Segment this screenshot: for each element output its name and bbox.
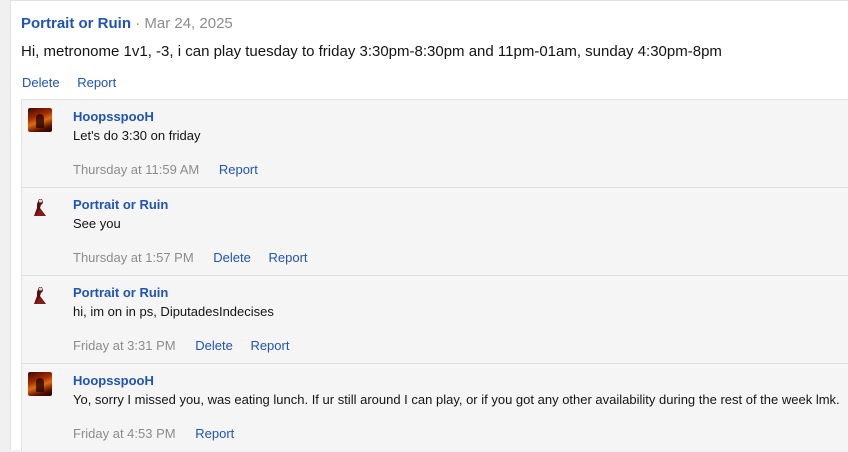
post-actions: Delete Report — [22, 75, 130, 90]
figure-avatar[interactable] — [28, 196, 52, 220]
post-delete-link[interactable]: Delete — [22, 75, 60, 90]
comment-report-link[interactable]: Report — [195, 426, 234, 441]
flame-avatar[interactable] — [28, 108, 52, 132]
comment-delete-link[interactable]: Delete — [213, 250, 251, 265]
post-body: Hi, metronome 1v1, -3, i can play tuesda… — [21, 43, 722, 60]
separator: · — [135, 15, 141, 32]
comment-meta: Thursday at 1:57 PM Delete Report — [73, 250, 322, 265]
comment-report-link[interactable]: Report — [250, 338, 289, 353]
profile-post: Portrait or Ruin · Mar 24, 2025 Hi, metr… — [10, 0, 848, 451]
figure-avatar[interactable] — [28, 284, 52, 308]
comment-report-link[interactable]: Report — [219, 162, 258, 177]
comment-author-link[interactable]: HoopsspooH — [73, 373, 154, 388]
left-rail — [0, 0, 10, 450]
comment-author-link[interactable]: Portrait or Ruin — [73, 197, 168, 212]
comment-list: HoopsspooH Let's do 3:30 on friday Thurs… — [21, 99, 848, 451]
post-date[interactable]: Mar 24, 2025 — [144, 15, 232, 32]
comment-report-link[interactable]: Report — [269, 250, 308, 265]
comment-delete-link[interactable]: Delete — [195, 338, 233, 353]
post-author-link[interactable]: Portrait or Ruin — [21, 15, 131, 32]
comment-item: Portrait or Ruin See you Thursday at 1:5… — [22, 188, 848, 276]
comment-time[interactable]: Friday at 3:31 PM — [73, 338, 176, 353]
post-header: Portrait or Ruin · Mar 24, 2025 — [21, 15, 233, 32]
comment-item: Portrait or Ruin hi, im on in ps, Diputa… — [22, 276, 848, 364]
comment-text: Yo, sorry I missed you, was eating lunch… — [73, 392, 840, 407]
comment-item: HoopsspooH Let's do 3:30 on friday Thurs… — [22, 100, 848, 188]
comment-time[interactable]: Friday at 4:53 PM — [73, 426, 176, 441]
comment-time[interactable]: Thursday at 11:59 AM — [73, 162, 199, 177]
comment-text: See you — [73, 216, 121, 231]
comment-author-link[interactable]: Portrait or Ruin — [73, 285, 168, 300]
figure-avatar-icon — [28, 196, 52, 220]
post-report-link[interactable]: Report — [77, 75, 116, 90]
flame-avatar[interactable] — [28, 372, 52, 396]
comment-text: Let's do 3:30 on friday — [73, 128, 201, 143]
figure-avatar-icon — [28, 284, 52, 308]
comment-meta: Thursday at 11:59 AM Report — [73, 162, 272, 177]
post-pointer — [13, 17, 21, 33]
comment-meta: Friday at 4:53 PM Report — [73, 426, 248, 441]
comment-text: hi, im on in ps, DiputadesIndecises — [73, 304, 274, 319]
comment-time[interactable]: Thursday at 1:57 PM — [73, 250, 194, 265]
comment-item: HoopsspooH Yo, sorry I missed you, was e… — [22, 364, 848, 452]
comment-author-link[interactable]: HoopsspooH — [73, 109, 154, 124]
comment-meta: Friday at 3:31 PM Delete Report — [73, 338, 303, 353]
